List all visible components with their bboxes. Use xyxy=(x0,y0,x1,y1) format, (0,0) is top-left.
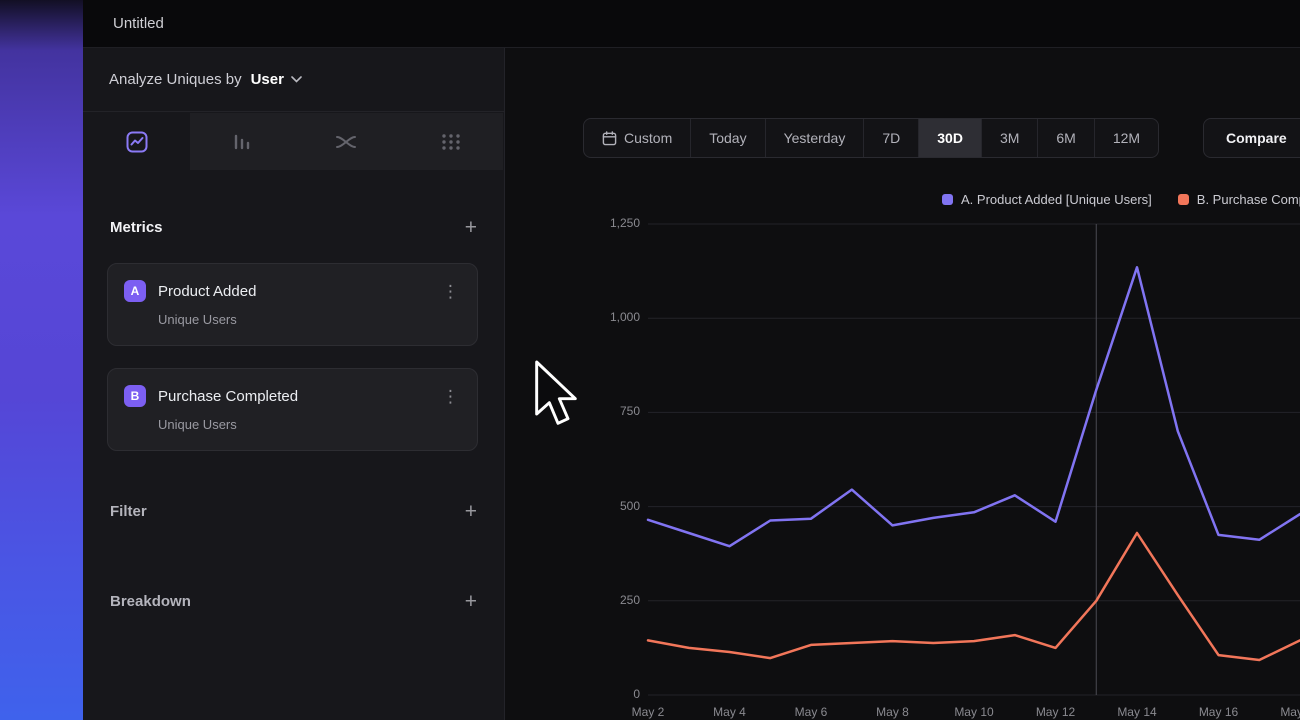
x-tick-label: May 6 xyxy=(781,705,841,719)
breakdown-title: Breakdown xyxy=(110,593,191,610)
metrics-title: Metrics xyxy=(110,219,163,236)
y-tick-label: 1,250 xyxy=(545,216,640,230)
chevron-down-icon xyxy=(291,76,302,83)
flows-icon xyxy=(333,130,359,154)
filter-title: Filter xyxy=(110,503,147,520)
metric-card-a[interactable]: A Product Added ⋮ Unique Users xyxy=(107,263,478,346)
view-tabstrip xyxy=(85,113,503,170)
range-button-12m[interactable]: 12M xyxy=(1094,119,1158,157)
metric-card-b[interactable]: B Purchase Completed ⋮ Unique Users xyxy=(107,368,478,451)
tab-grid-dots[interactable] xyxy=(399,113,504,170)
range-button-6m[interactable]: 6M xyxy=(1037,119,1093,157)
legend-label: B. Purchase Completed [Unique Users] xyxy=(1197,192,1300,207)
range-label: Custom xyxy=(624,130,672,146)
legend-item[interactable]: B. Purchase Completed [Unique Users] xyxy=(1178,189,1300,209)
metric-name: Purchase Completed xyxy=(158,388,440,405)
range-button-today[interactable]: Today xyxy=(690,119,764,157)
metric-options-button[interactable]: ⋮ xyxy=(440,283,461,300)
range-button-3m[interactable]: 3M xyxy=(981,119,1037,157)
left-accent-strip xyxy=(0,0,83,720)
metric-badge-b: B xyxy=(124,385,146,407)
range-label: 30D xyxy=(937,130,963,146)
range-label: 6M xyxy=(1056,130,1075,146)
legend-swatch xyxy=(942,194,953,205)
tab-bar-chart[interactable] xyxy=(190,113,295,170)
range-label: 7D xyxy=(882,130,900,146)
range-label: Yesterday xyxy=(784,130,846,146)
range-button-7d[interactable]: 7D xyxy=(863,119,918,157)
legend-swatch xyxy=(1178,194,1189,205)
series-line xyxy=(648,533,1300,660)
main-chart-area: Custom Today Yesterday 7D 30D 3M 6M 12M Compare… xyxy=(505,48,1300,720)
add-breakdown-button[interactable]: + xyxy=(465,591,477,612)
add-metric-button[interactable]: + xyxy=(465,217,477,238)
range-label: 12M xyxy=(1113,130,1140,146)
breakdown-section-header: Breakdown + xyxy=(110,589,477,613)
series-line xyxy=(648,267,1300,546)
legend-label: A. Product Added [Unique Users] xyxy=(961,192,1152,207)
range-label: Today xyxy=(709,130,746,146)
metric-subtitle[interactable]: Unique Users xyxy=(158,312,461,327)
app-window: Untitled Analyze Uniques by User xyxy=(0,0,1300,720)
y-tick-label: 500 xyxy=(545,499,640,513)
analyze-by-value: User xyxy=(251,71,284,88)
page-title: Untitled xyxy=(113,15,164,32)
x-tick-label: May 2 xyxy=(618,705,678,719)
metric-badge-a: A xyxy=(124,280,146,302)
x-tick-label: May 14 xyxy=(1107,705,1167,719)
topbar: Untitled xyxy=(83,0,1300,48)
x-tick-label: May 18 xyxy=(1270,705,1300,719)
metric-options-button[interactable]: ⋮ xyxy=(440,388,461,405)
analyze-row: Analyze Uniques by User xyxy=(83,48,504,112)
line-chart-icon xyxy=(125,130,149,154)
x-tick-label: May 4 xyxy=(700,705,760,719)
y-tick-label: 750 xyxy=(545,404,640,418)
bar-chart-icon xyxy=(230,130,254,154)
x-axis-labels: May 2May 4May 6May 8May 10May 12May 14Ma… xyxy=(648,705,1300,720)
add-filter-button[interactable]: + xyxy=(465,501,477,522)
range-button-yesterday[interactable]: Yesterday xyxy=(765,119,864,157)
metric-subtitle[interactable]: Unique Users xyxy=(158,417,461,432)
sidebar: Analyze Uniques by User xyxy=(83,48,505,720)
y-tick-label: 250 xyxy=(545,593,640,607)
y-tick-label: 0 xyxy=(545,687,640,701)
x-tick-label: May 10 xyxy=(944,705,1004,719)
grid-dots-icon xyxy=(439,130,463,154)
legend-item[interactable]: A. Product Added [Unique Users] xyxy=(942,189,1152,209)
range-label: 3M xyxy=(1000,130,1019,146)
analyze-label: Analyze Uniques by xyxy=(109,71,242,88)
range-toolbar: Custom Today Yesterday 7D 30D 3M 6M 12M xyxy=(583,118,1159,158)
x-tick-label: May 12 xyxy=(1026,705,1086,719)
analyze-by-select[interactable]: User xyxy=(251,71,302,88)
x-tick-label: May 8 xyxy=(863,705,923,719)
y-tick-label: 1,000 xyxy=(545,310,640,324)
y-axis-labels: 02505007501,0001,250 xyxy=(545,224,640,695)
tab-line-chart[interactable] xyxy=(85,113,190,170)
compare-button[interactable]: Compare xyxy=(1203,118,1300,158)
range-button-custom[interactable]: Custom xyxy=(584,119,690,157)
metric-name: Product Added xyxy=(158,283,440,300)
chart-legend: A. Product Added [Unique Users] B. Purcha… xyxy=(942,189,1300,209)
filter-section-header: Filter + xyxy=(110,499,477,523)
chart-plot[interactable] xyxy=(648,224,1300,695)
tab-flows[interactable] xyxy=(294,113,399,170)
metrics-section-header: Metrics + xyxy=(110,215,477,239)
range-button-30d[interactable]: 30D xyxy=(918,119,981,157)
x-tick-label: May 16 xyxy=(1189,705,1249,719)
calendar-icon xyxy=(602,131,617,146)
